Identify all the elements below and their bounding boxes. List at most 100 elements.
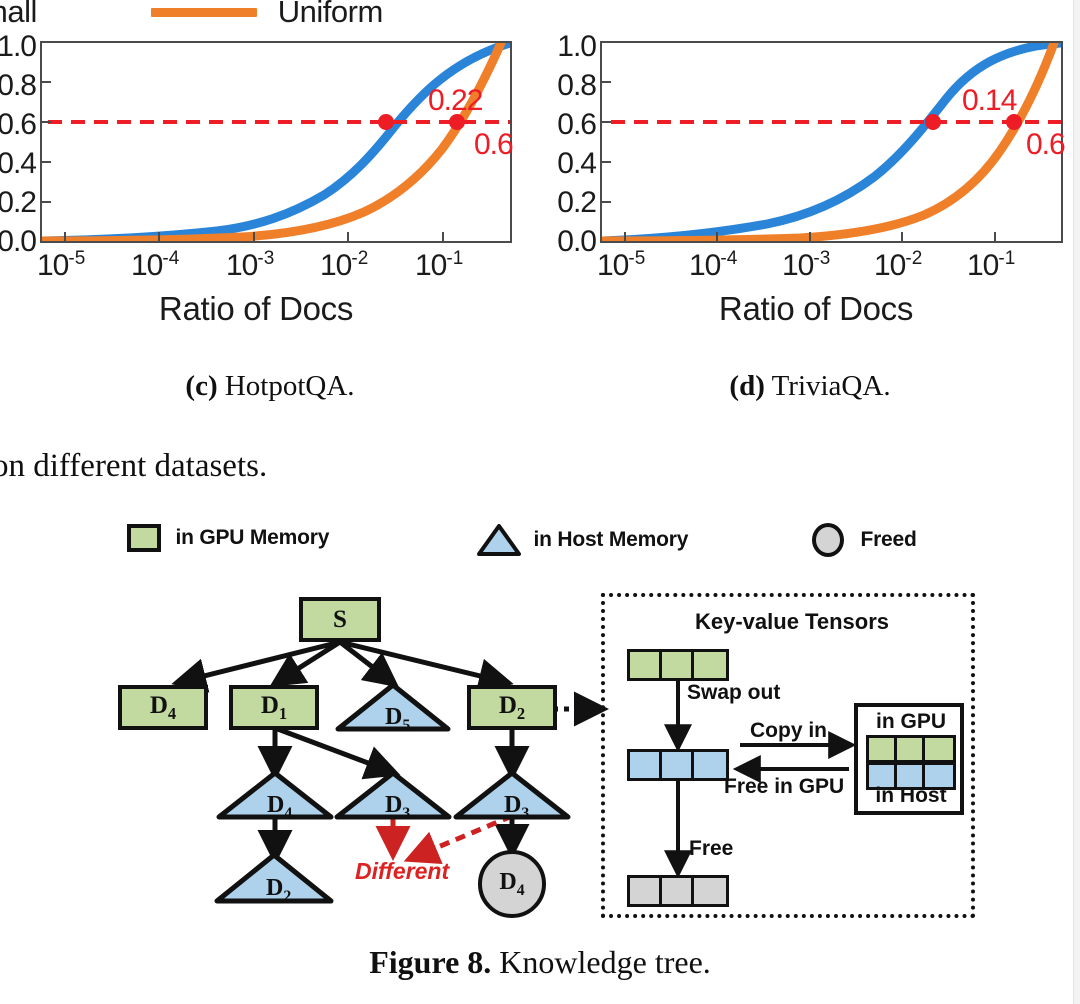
xtick-label: 10-2 <box>874 248 923 282</box>
tree-node-label: D2 <box>498 691 526 723</box>
tree-node-label: D3 <box>385 792 411 822</box>
xtick-mark <box>158 232 160 241</box>
kv-label-in-gpu: in GPU <box>875 710 946 733</box>
xtick-mark <box>347 232 349 241</box>
ytick-label: 0.2 <box>557 186 597 219</box>
kv-gpu-host-box: in GPU in Host <box>854 703 964 815</box>
annotation-blue-d: 0.14 <box>962 84 1017 117</box>
tree-node-d3-l2-b: D3 <box>453 770 571 822</box>
annotation-orange-c: 0.6 <box>474 128 514 161</box>
figure-caption-number: Figure 8. <box>369 944 492 980</box>
tree-node-d3-l2-a: D3 <box>334 770 452 822</box>
tree-node-label: D4 <box>499 868 525 899</box>
xtick-mark <box>901 232 903 241</box>
kv-row-green-inner <box>866 735 956 763</box>
kv-label-free-in-gpu: Free in GPU <box>724 775 845 798</box>
tree-node-root: S <box>299 597 381 642</box>
ytick-mark <box>42 201 51 203</box>
tree-node-label: D5 <box>385 704 411 734</box>
different-label: Different <box>355 858 450 884</box>
tree-node-d2-l3: D2 <box>214 852 334 905</box>
tree-node-d4-l2: D4 <box>216 770 334 822</box>
xtick-mark <box>253 232 255 241</box>
series-small-curve-d <box>602 43 1061 241</box>
chart-d-svg <box>602 43 1061 241</box>
tree-node-label: D1 <box>260 691 288 723</box>
chart-d-caption-text: TriviaQA. <box>771 370 891 402</box>
tree-node-label: D3 <box>504 792 530 822</box>
xtick-mark <box>442 232 444 241</box>
ytick-label: 0.4 <box>557 147 597 180</box>
ytick-mark <box>42 121 51 123</box>
kv-label-in-host: in Host <box>875 784 947 807</box>
ytick-mark <box>42 81 51 83</box>
kv-label-swap-out: Swap out <box>687 681 781 704</box>
xtick-label: 10-5 <box>37 248 86 282</box>
chart-c-caption-text: HotpotQA. <box>224 370 355 402</box>
marker-blue-d <box>925 114 941 130</box>
ytick-label: 1.0 <box>557 30 597 63</box>
marker-blue-c <box>378 114 394 130</box>
xtick-label: 10-3 <box>226 248 275 282</box>
ytick-label: 0.8 <box>557 69 597 102</box>
kv-tensors-panel: Key-value Tensors Swap out Copy in Free … <box>601 593 975 918</box>
xtick-label: 10-4 <box>131 248 180 282</box>
xtick-label: 10-1 <box>415 248 464 282</box>
tree-node-label: S <box>333 605 347 633</box>
ytick-mark <box>602 81 611 83</box>
tree-node-d4-l1: D4 <box>118 685 208 730</box>
chart-c-svg <box>42 43 510 241</box>
tree-node-d1-l1: D1 <box>229 685 319 730</box>
kv-label-copy-in: Copy in <box>750 719 827 742</box>
charts-region: mall Uniform 1.0 0.8 0.6 0.4 0.2 0.0 <box>0 0 1080 403</box>
xtick-mark <box>809 232 811 241</box>
kv-cell <box>897 738 925 760</box>
ytick-label: 0.6 <box>0 108 37 141</box>
chart-d-xaxis-title: Ratio of Docs <box>718 290 914 327</box>
ytick-mark <box>602 161 611 163</box>
tree-node-d4-freed: D4 <box>478 850 546 918</box>
xtick-label: 10-5 <box>597 248 646 282</box>
chart-triviaqa: 1.0 0.8 0.6 0.4 0.2 0.0 0.14 0.6 10-5 10… <box>540 0 1080 403</box>
chart-d-plot-area <box>600 41 1063 243</box>
xtick-label: 10-1 <box>967 248 1016 282</box>
chart-d-caption: (d) TriviaQA. <box>540 370 1080 403</box>
xtick-label: 10-4 <box>689 248 738 282</box>
xtick-label: 10-3 <box>782 248 831 282</box>
chart-c-yaxis-labels: 1.0 0.8 0.6 0.4 0.2 0.0 <box>0 30 37 257</box>
ytick-label: 0.4 <box>0 147 37 180</box>
ytick-mark <box>602 121 611 123</box>
body-text-fragment: on different datasets. <box>0 448 268 484</box>
ytick-mark <box>42 161 51 163</box>
series-uniform-curve-c <box>42 43 506 241</box>
kv-cell <box>925 738 953 760</box>
figure-caption-text: Knowledge tree. <box>499 944 711 980</box>
chart-d-yaxis-labels: 1.0 0.8 0.6 0.4 0.2 0.0 <box>540 30 597 257</box>
xtick-mark <box>624 232 626 241</box>
ytick-label: 0.0 <box>557 225 597 258</box>
xtick-mark <box>994 232 996 241</box>
chart-c-xaxis-title: Ratio of Docs <box>158 290 354 327</box>
tree-node-label: D4 <box>267 792 293 822</box>
kv-cell <box>869 738 897 760</box>
ytick-label: 0.0 <box>0 225 37 258</box>
knowledge-tree-diagram: S D4 D1 D5 D2 D4 D3 D3 D2 D4 Different K… <box>0 500 1080 940</box>
chart-d-caption-index: (d) <box>729 370 765 402</box>
ytick-label: 0.8 <box>0 69 37 102</box>
chart-c-caption-index: (c) <box>185 370 218 402</box>
ytick-mark <box>602 201 611 203</box>
ytick-label: 1.0 <box>0 30 37 63</box>
xtick-label: 10-2 <box>320 248 369 282</box>
chart-c-plot-area <box>40 41 512 243</box>
figure-caption: Figure 8. Knowledge tree. <box>0 944 1080 981</box>
edge-d1-d3 <box>274 725 401 780</box>
chart-hotpotqa: 1.0 0.8 0.6 0.4 0.2 0.0 0.22 0.6 10-5 10… <box>0 0 540 403</box>
series-small-curve-c <box>42 43 510 241</box>
annotation-orange-d: 0.6 <box>1026 128 1066 161</box>
series-uniform-curve-d <box>602 43 1059 241</box>
tree-node-label: D4 <box>149 691 177 723</box>
chart-c-caption: (c) HotpotQA. <box>0 370 540 403</box>
kv-label-free: Free <box>689 837 734 860</box>
tree-node-d5-l1: D5 <box>335 682 451 734</box>
xtick-mark <box>716 232 718 241</box>
